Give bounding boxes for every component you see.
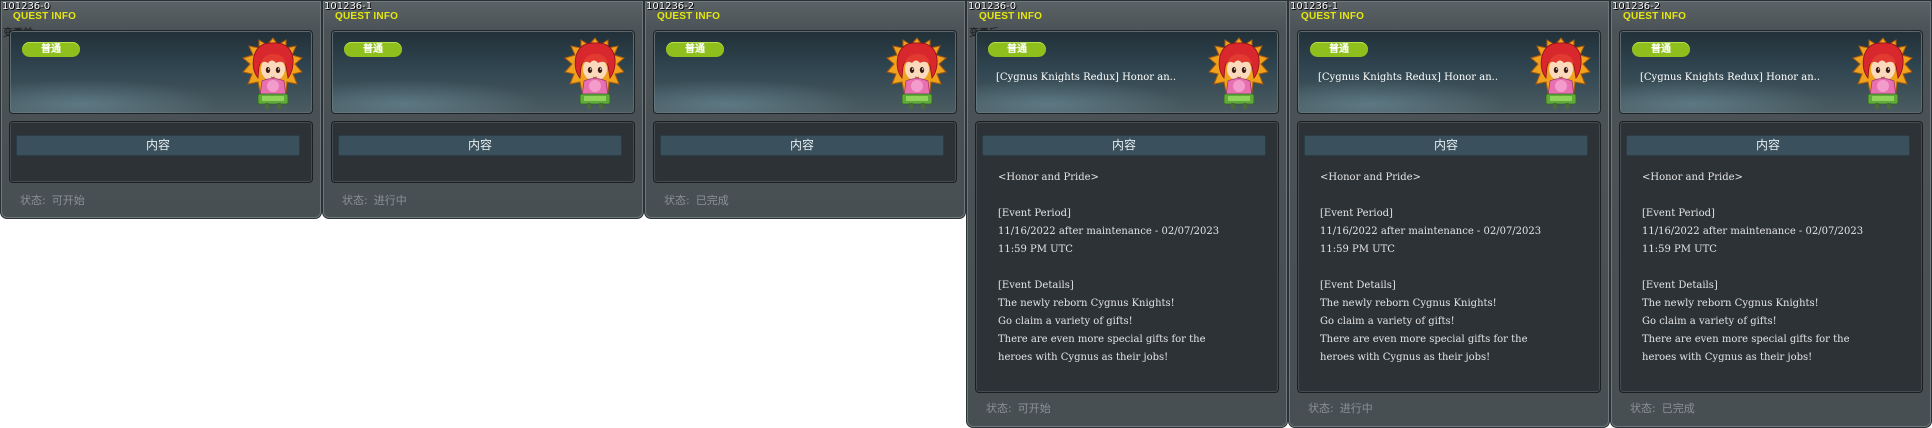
status-label: 状态: — [342, 194, 368, 207]
quest-status: 状态: 已完成 — [664, 192, 729, 208]
quest-header-panel: 普通 [Cygnus Knights Redux] Honor an.. — [1619, 30, 1923, 114]
content-tab[interactable]: 内容 — [1304, 135, 1588, 156]
npc-portrait-icon — [1208, 37, 1269, 110]
npc-portrait-icon — [564, 37, 625, 110]
quest-info-window: 101236-1 QUEST INFO 普通 [Cygnus Knights R… — [1288, 0, 1610, 428]
status-value: 进行中 — [373, 194, 407, 207]
quest-header-panel: 普通 [Cygnus Knights Redux] Honor an.. — [1297, 30, 1601, 114]
quest-info-window: 101236-1 QUEST INFO 普通 内容 状态: 进行中 — [322, 0, 644, 219]
status-label: 状态: — [986, 402, 1012, 415]
status-value: 可开始 — [51, 194, 85, 207]
quest-type-badge: 普通 — [344, 42, 402, 57]
quest-type-badge: 普通 — [988, 42, 1046, 57]
window-title: QUEST INFO — [657, 11, 721, 22]
quest-description: <Honor and Pride> [Event Period] 11/16/2… — [1320, 172, 1542, 363]
quest-header-panel: 普通 [Cygnus Knights Redux] Honor an.. — [975, 30, 1279, 114]
quest-status: 状态: 进行中 — [342, 192, 407, 208]
quest-status: 状态: 可开始 — [986, 400, 1051, 416]
quest-content-panel: 内容 — [9, 121, 313, 183]
content-tab[interactable]: 内容 — [16, 135, 300, 156]
window-title: QUEST INFO — [13, 11, 77, 22]
quest-description: <Honor and Pride> [Event Period] 11/16/2… — [1642, 172, 1864, 363]
content-tab[interactable]: 内容 — [1626, 135, 1910, 156]
quest-header-panel: 普通 — [653, 30, 957, 114]
quest-status: 状态: 进行中 — [1308, 400, 1373, 416]
quest-type-badge: 普通 — [666, 42, 724, 57]
npc-portrait-icon — [886, 37, 947, 110]
quest-content-panel: 内容 — [331, 121, 635, 183]
status-value: 已完成 — [1661, 402, 1695, 415]
quest-info-window: 101236-2 QUEST INFO 普通 [Cygnus Knights R… — [1610, 0, 1932, 428]
quest-content-panel: 内容 <Honor and Pride> [Event Period] 11/1… — [975, 121, 1279, 393]
content-tab[interactable]: 内容 — [660, 135, 944, 156]
status-value: 已完成 — [695, 194, 729, 207]
quest-info-window: 101236-0 QUEST INFO 变更后 普通 [Cygnus Knigh… — [966, 0, 1288, 428]
npc-portrait-icon — [242, 37, 303, 110]
quest-type-badge: 普通 — [1632, 42, 1690, 57]
quest-info-window: 101236-2 QUEST INFO 普通 内容 状态: 已完成 — [644, 0, 966, 219]
quest-info-window: 101236-0 QUEST INFO 变更前 普通 内容 状态:可开始 — [0, 0, 322, 219]
window-title: QUEST INFO — [335, 11, 399, 22]
quest-content-panel: 内容 <Honor and Pride> [Event Period] 11/1… — [1297, 121, 1601, 393]
quest-status: 状态: 已完成 — [1630, 400, 1695, 416]
npc-portrait-icon — [1530, 37, 1591, 110]
content-tab[interactable]: 内容 — [338, 135, 622, 156]
quest-name: [Cygnus Knights Redux] Honor an.. — [996, 72, 1177, 83]
quest-description: <Honor and Pride> [Event Period] 11/16/2… — [998, 172, 1220, 363]
status-value: 可开始 — [1017, 402, 1051, 415]
quest-status: 状态: 可开始 — [20, 192, 85, 208]
npc-portrait-icon — [1852, 37, 1913, 110]
status-label: 状态: — [1630, 402, 1656, 415]
window-title: QUEST INFO — [979, 11, 1043, 22]
status-label: 状态: — [664, 194, 690, 207]
content-tab[interactable]: 内容 — [982, 135, 1266, 156]
quest-type-badge: 普通 — [22, 42, 80, 57]
status-label: 状态: — [20, 194, 46, 207]
quest-name: [Cygnus Knights Redux] Honor an.. — [1640, 72, 1821, 83]
quest-header-panel: 普通 — [9, 30, 313, 114]
window-title: QUEST INFO — [1301, 11, 1365, 22]
quest-type-badge: 普通 — [1310, 42, 1368, 57]
quest-content-panel: 内容 — [653, 121, 957, 183]
window-title: QUEST INFO — [1623, 11, 1687, 22]
status-label: 状态: — [1308, 402, 1334, 415]
status-value: 进行中 — [1339, 402, 1373, 415]
quest-content-panel: 内容 <Honor and Pride> [Event Period] 11/1… — [1619, 121, 1923, 393]
quest-header-panel: 普通 — [331, 30, 635, 114]
quest-name: [Cygnus Knights Redux] Honor an.. — [1318, 72, 1499, 83]
